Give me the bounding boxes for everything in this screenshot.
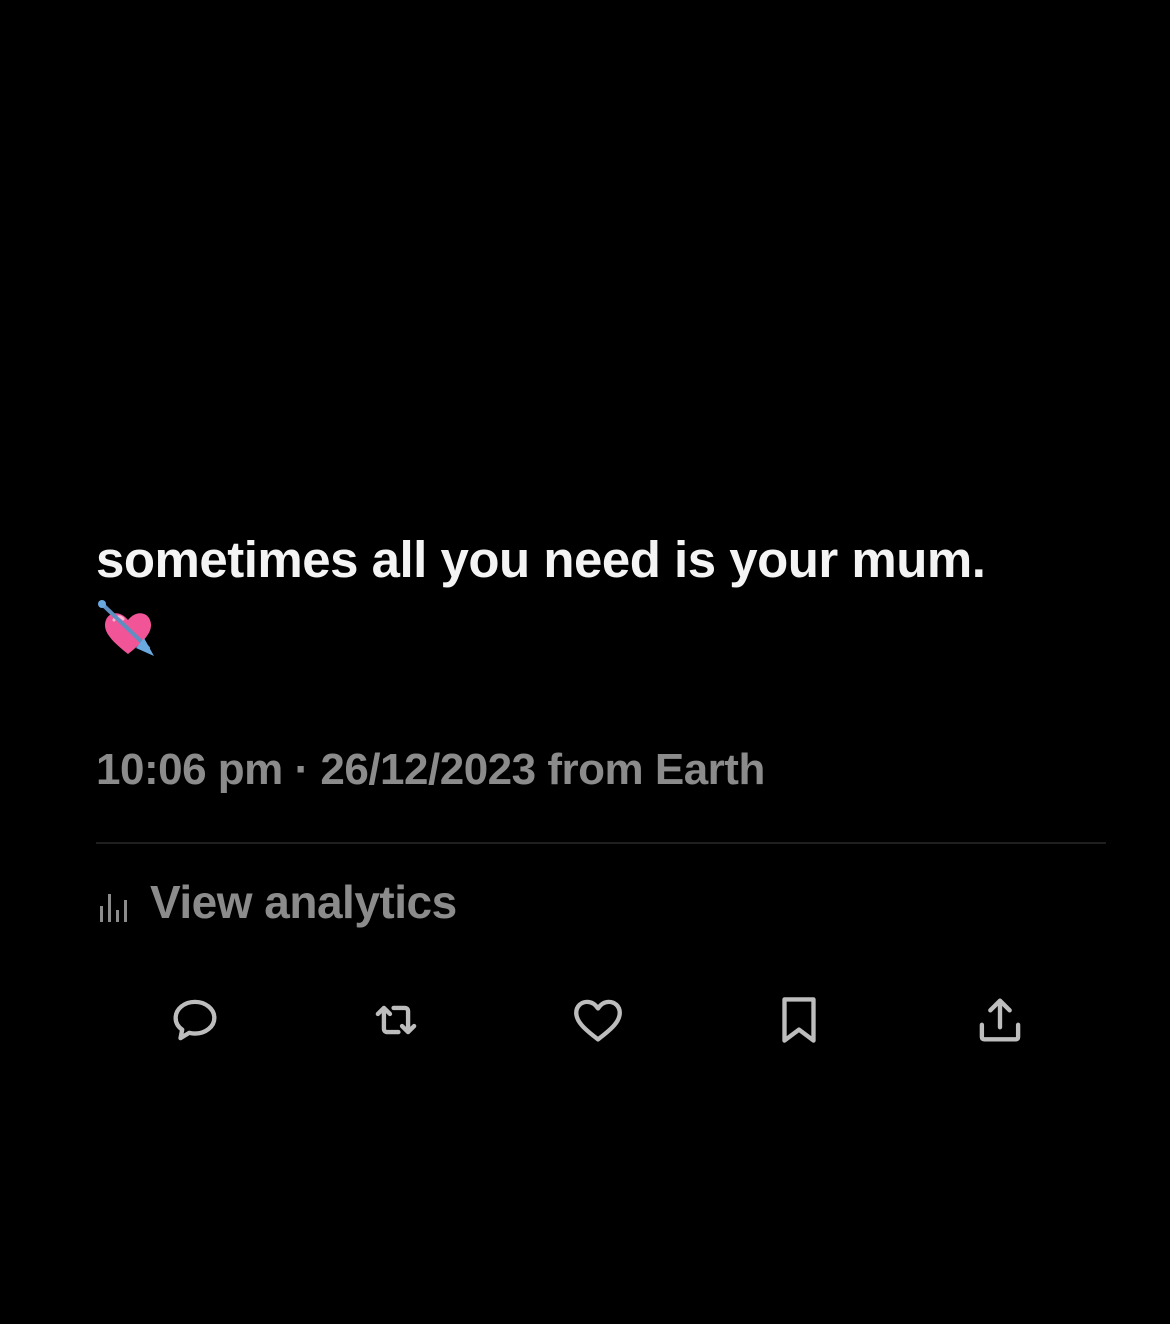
bookmark-icon <box>782 997 816 1043</box>
tweet-source: from Earth <box>547 745 765 794</box>
share-button[interactable] <box>968 988 1032 1052</box>
bookmark-button[interactable] <box>767 988 831 1052</box>
heart-with-arrow-emoji <box>98 600 154 656</box>
like-button[interactable] <box>566 988 630 1052</box>
reply-icon <box>173 999 217 1041</box>
tweet-date: 26/12/2023 <box>320 745 536 794</box>
meta-separator: · <box>294 745 310 794</box>
tweet-text: sometimes all you need is your mum. <box>96 531 986 588</box>
retweet-icon <box>375 1005 417 1035</box>
tweet-time: 10:06 pm <box>96 745 283 794</box>
bar-chart-icon <box>100 894 127 922</box>
tweet-timestamp[interactable]: 10:06 pm · 26/12/2023 from Earth <box>96 745 765 795</box>
heart-icon <box>574 999 622 1042</box>
reply-button[interactable] <box>163 988 227 1052</box>
view-analytics-link[interactable]: View analytics <box>96 875 457 929</box>
share-icon <box>979 998 1021 1042</box>
tweet-actions-bar <box>0 988 1170 1052</box>
divider <box>96 842 1106 844</box>
tweet-body: sometimes all you need is your mum. <box>96 528 1106 662</box>
retweet-button[interactable] <box>364 988 428 1052</box>
view-analytics-label: View analytics <box>150 876 457 928</box>
